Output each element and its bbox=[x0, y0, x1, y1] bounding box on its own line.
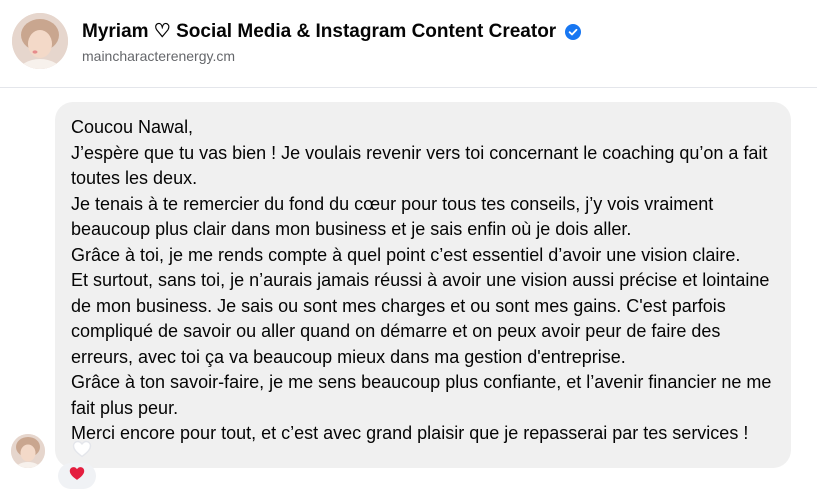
message-line: Et surtout, sans toi, je n’aurais jamais… bbox=[71, 270, 770, 367]
message-line: J’espère que tu vas bien ! Je voulais re… bbox=[71, 142, 768, 189]
heart-reaction-icon bbox=[69, 466, 85, 486]
conversation-header: Myriam ♡ Social Media & Instagram Conten… bbox=[0, 0, 817, 88]
message-reaction[interactable] bbox=[58, 463, 96, 489]
heart-outline-icon[interactable] bbox=[72, 440, 92, 458]
verified-badge-icon bbox=[565, 23, 582, 40]
message-line: Grâce à toi, je me rends compte à quel p… bbox=[71, 244, 741, 265]
message-line: Merci encore pour tout, et c’est avec gr… bbox=[71, 423, 749, 443]
sender-avatar[interactable] bbox=[11, 434, 45, 468]
message-line: Grâce à ton savoir-faire, je me sens bea… bbox=[71, 372, 772, 418]
contact-name[interactable]: Myriam ♡ Social Media & Instagram Conten… bbox=[82, 20, 556, 43]
message-line: Je tenais à te remercier du fond du cœur… bbox=[71, 193, 714, 240]
profile-avatar[interactable] bbox=[12, 13, 68, 69]
message-bubble[interactable]: Coucou Nawal, J’espère que tu vas bien !… bbox=[55, 102, 791, 468]
contact-website[interactable]: maincharacterenergy.cm bbox=[82, 48, 235, 64]
message-line: Coucou Nawal, bbox=[71, 117, 194, 137]
